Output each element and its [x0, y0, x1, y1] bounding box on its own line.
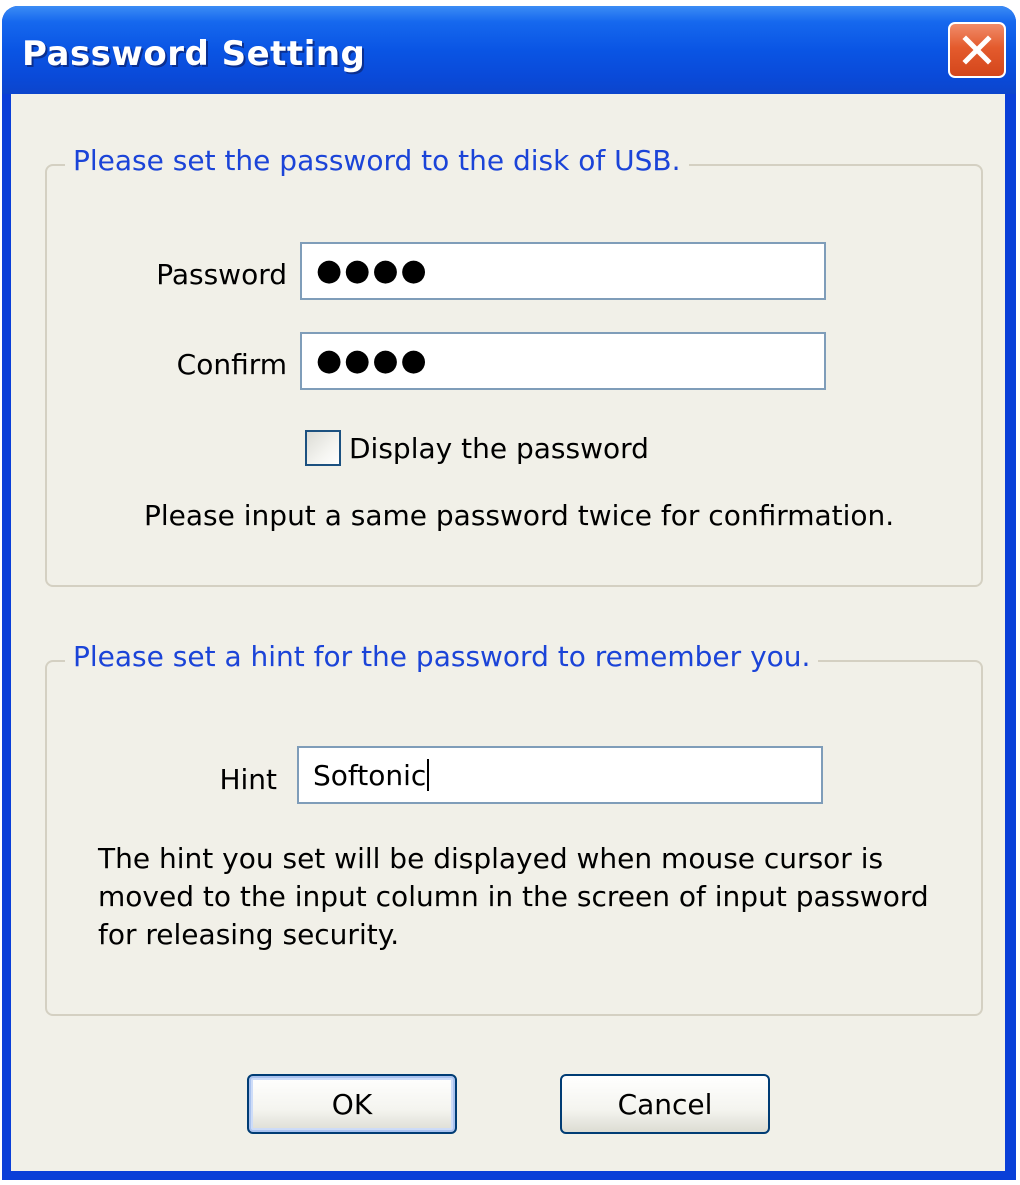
password-group-legend: Please set the password to the disk of U…: [65, 144, 689, 177]
hint-input[interactable]: Softonic: [297, 746, 823, 804]
password-setting-window: Password Setting Please set the password…: [2, 6, 1016, 1180]
hint-label: Hint: [219, 763, 277, 796]
display-password-checkbox[interactable]: [305, 430, 341, 466]
password-input[interactable]: ●●●●: [300, 242, 826, 300]
display-password-label[interactable]: Display the password: [349, 432, 649, 465]
hint-value: Softonic: [313, 758, 427, 792]
dialog-body: Please set the password to the disk of U…: [11, 94, 1005, 1171]
password-instruction: Please input a same password twice for c…: [144, 499, 895, 532]
password-groupbox: Please set the password to the disk of U…: [45, 144, 983, 587]
hint-groupbox: Please set a hint for the password to re…: [45, 640, 983, 1016]
hint-group-legend: Please set a hint for the password to re…: [65, 640, 819, 673]
password-value: ●●●●: [316, 253, 429, 288]
confirm-value: ●●●●: [316, 343, 429, 378]
window-title: Password Setting: [22, 34, 366, 74]
close-button[interactable]: [948, 22, 1006, 78]
confirm-label: Confirm: [176, 348, 287, 381]
password-label: Password: [156, 258, 287, 291]
confirm-password-input[interactable]: ●●●●: [300, 332, 826, 390]
text-cursor: [427, 759, 430, 791]
title-bar[interactable]: Password Setting: [2, 6, 1016, 94]
ok-button[interactable]: OK: [247, 1074, 457, 1134]
close-icon: [962, 35, 992, 65]
hint-description: The hint you set will be displayed when …: [98, 842, 929, 951]
cancel-button[interactable]: Cancel: [560, 1074, 770, 1134]
